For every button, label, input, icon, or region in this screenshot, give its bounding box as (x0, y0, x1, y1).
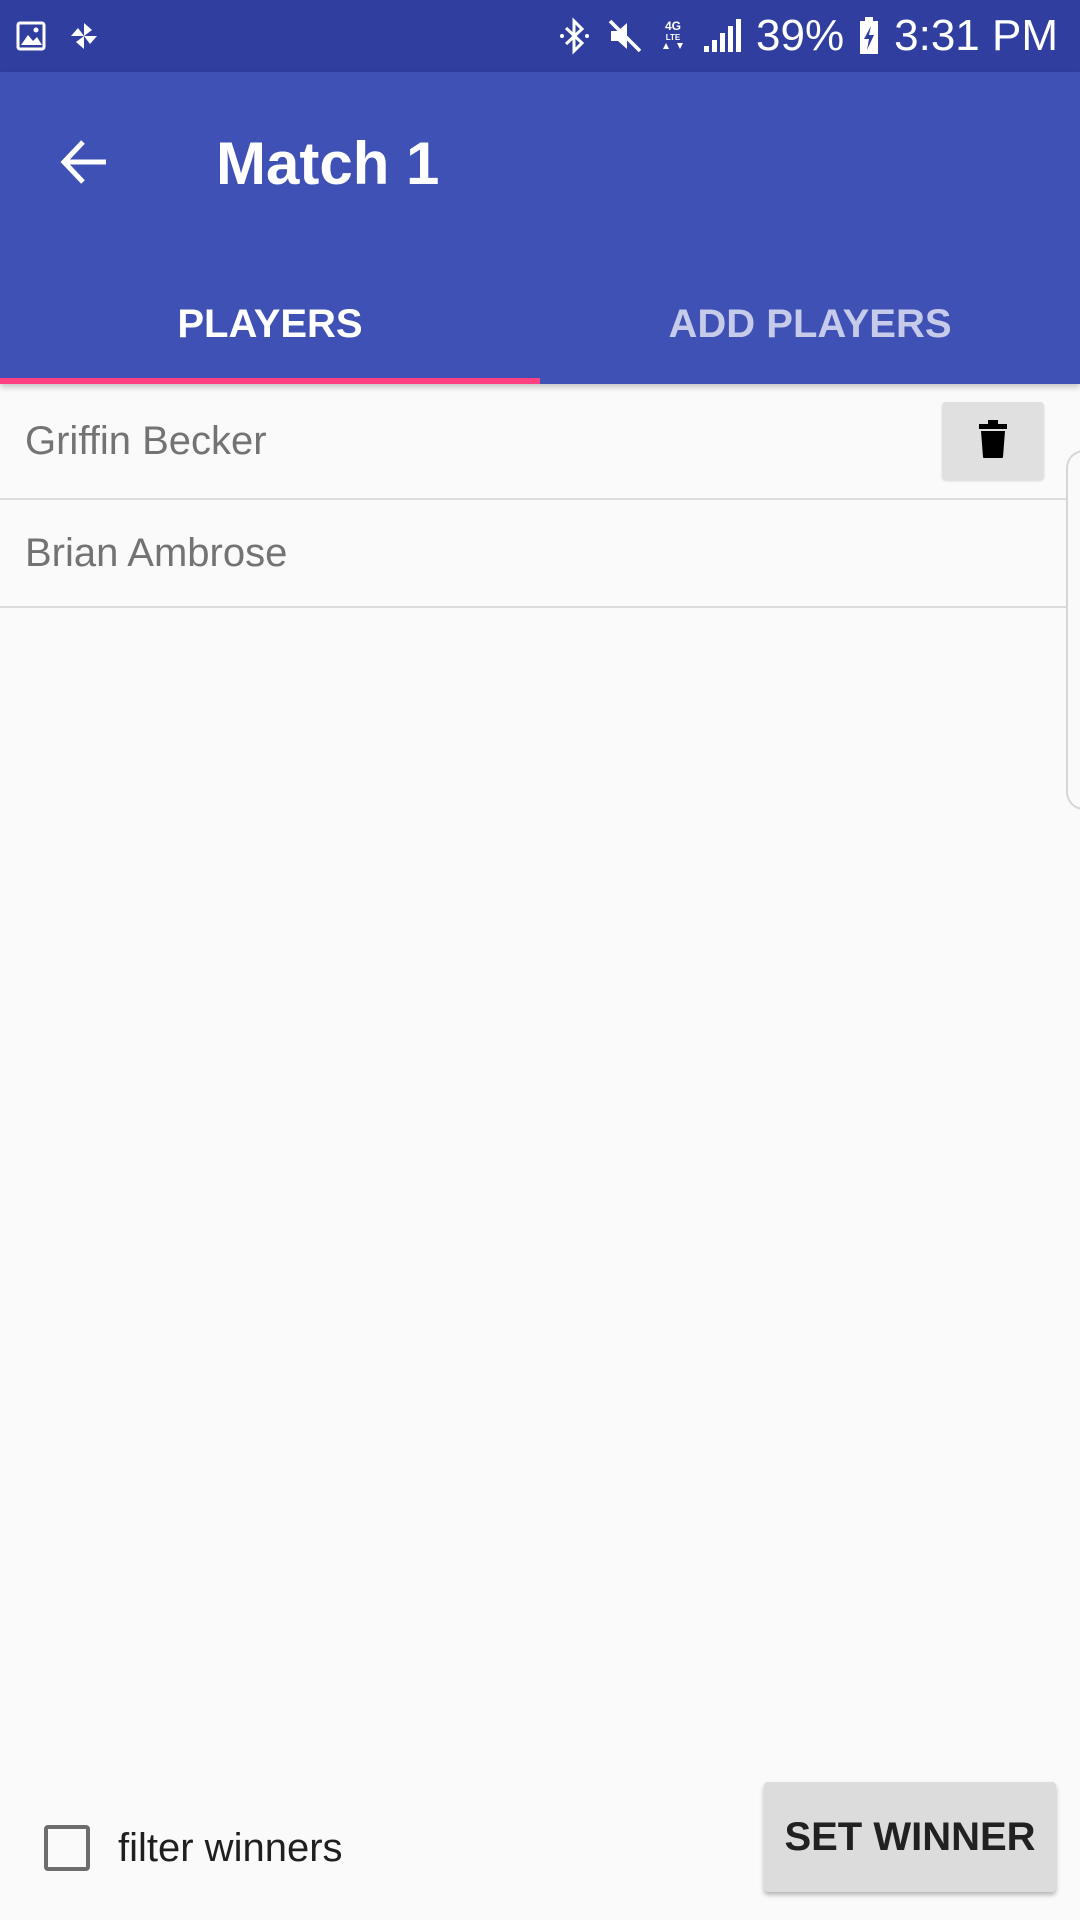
edge-panel-handle[interactable] (1066, 450, 1080, 810)
player-name: Griffin Becker (25, 418, 267, 463)
tab-players[interactable]: PLAYERS (0, 264, 540, 384)
status-bar-right: 4G LTE 39% 3:31 PM (558, 10, 1058, 62)
player-name: Brian Ambrose (25, 530, 288, 575)
mute-icon (606, 17, 644, 55)
filter-winners-label: filter winners (118, 1825, 343, 1870)
clock: 3:31 PM (894, 11, 1058, 60)
signal-icon (702, 18, 742, 54)
players-list: Griffin Becker Brian Ambrose (0, 384, 1080, 608)
page-title: Match 1 (216, 130, 440, 197)
app-bar: Match 1 PLAYERS ADD PLAYERS (0, 72, 1080, 384)
tab-add-players-label: ADD PLAYERS (668, 301, 952, 346)
4g-lte-icon: 4G LTE (658, 16, 688, 56)
tab-players-label: PLAYERS (177, 301, 363, 346)
tab-add-players[interactable]: ADD PLAYERS (540, 264, 1080, 384)
svg-text:4G: 4G (665, 19, 681, 33)
tab-bar: PLAYERS ADD PLAYERS (0, 264, 1080, 384)
back-button[interactable] (36, 116, 132, 212)
status-bar: 4G LTE 39% 3:31 PM (0, 0, 1080, 72)
battery-charging-icon (858, 16, 880, 56)
status-bar-left (16, 14, 100, 58)
checkbox[interactable] (44, 1825, 90, 1871)
trash-icon (978, 419, 1008, 464)
picture-icon (16, 21, 46, 51)
bluetooth-icon (558, 16, 592, 56)
filter-winners-checkbox[interactable]: filter winners (44, 1818, 343, 1878)
set-winner-button[interactable]: SET WINNER (764, 1782, 1056, 1892)
svg-text:LTE: LTE (666, 33, 681, 42)
pinwheel-icon (68, 20, 100, 52)
delete-button[interactable] (942, 402, 1044, 480)
battery-percent: 39% (756, 11, 845, 60)
list-item[interactable]: Brian Ambrose (0, 500, 1080, 608)
list-item[interactable]: Griffin Becker (0, 384, 1080, 500)
arrow-back-icon (58, 136, 110, 193)
